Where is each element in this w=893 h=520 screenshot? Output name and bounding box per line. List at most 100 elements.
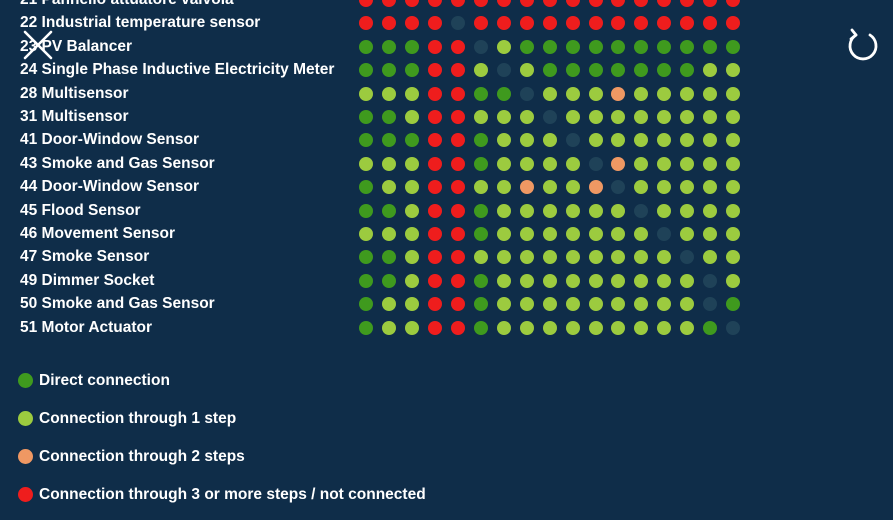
connection-dot [565,156,580,171]
connection-dot [611,39,626,54]
connection-dot [565,0,580,7]
connection-dot [427,133,442,148]
connection-dots [0,317,893,339]
connection-dot [680,297,695,312]
connection-dot [611,16,626,31]
connection-dot [657,133,672,148]
connection-dot [473,250,488,265]
connection-dot [473,39,488,54]
connection-dot [359,273,373,288]
connection-dot [450,273,465,288]
connection-dot [381,250,396,265]
connection-dot [519,227,534,241]
connection-dot [565,86,580,101]
connection-dot [473,110,488,124]
connection-dot [473,203,488,218]
connection-dot [726,110,741,124]
connection-dot [496,39,511,54]
connection-dot [427,320,442,335]
refresh-button[interactable] [844,26,882,64]
connection-dot [726,273,741,288]
sensor-row: 31 Multisensor [0,106,893,128]
legend-dot [18,411,33,426]
connection-dot [657,227,672,241]
connection-dot [542,133,557,148]
sensor-row: 44 Door-Window Sensor [0,176,893,198]
connection-dot [496,227,511,241]
connection-dot [381,0,396,7]
connection-dot [703,86,718,101]
connection-dot [588,39,603,54]
connection-dot [703,133,718,148]
connection-dot [450,180,465,195]
connection-dot [404,250,419,265]
connection-dot [634,110,649,124]
sensor-row: 50 Smoke and Gas Sensor [0,293,893,315]
connection-dot [381,227,396,241]
connection-dot [634,63,649,78]
connection-dot [450,0,465,7]
connection-dot [542,86,557,101]
connection-dot [588,86,603,101]
connection-dot [473,63,488,78]
connection-dot [588,320,603,335]
connection-dot [703,16,718,31]
connection-dot [519,320,534,335]
connection-dot [496,110,511,124]
connection-dot [703,273,718,288]
connection-dot [450,133,465,148]
connection-dots [0,106,893,128]
connection-dot [634,180,649,195]
connection-dot [703,110,718,124]
connection-dot [680,16,695,31]
connection-dot [657,16,672,31]
connection-dot [588,203,603,218]
connection-dot [519,180,534,195]
connection-dot [565,63,580,78]
connection-dot [450,227,465,241]
connection-dot [519,133,534,148]
connection-dot [496,133,511,148]
connection-dot [359,227,373,241]
sensor-row: 51 Motor Actuator [0,317,893,339]
connection-dot [381,180,396,195]
connection-dot [404,297,419,312]
connection-dot [634,297,649,312]
connection-dot [381,39,396,54]
connection-dot [588,297,603,312]
connection-dot [404,156,419,171]
connection-dot [634,39,649,54]
connection-dot [588,273,603,288]
connection-dot [565,250,580,265]
connection-dot [404,63,419,78]
connection-dot [496,0,511,7]
close-button[interactable] [21,28,55,62]
sensor-row: 49 Dimmer Socket [0,270,893,292]
connection-dot [473,16,488,31]
connection-dot [565,16,580,31]
connection-dot [726,86,741,101]
connection-dot [680,0,695,7]
connection-dot [588,156,603,171]
connection-dot [565,227,580,241]
connection-dot [427,273,442,288]
connection-dot [565,39,580,54]
connection-dot [703,180,718,195]
connection-dot [381,320,396,335]
connection-dot [657,320,672,335]
connection-dot [611,203,626,218]
connection-dot [542,156,557,171]
refresh-icon [848,28,878,61]
connection-dots [0,0,893,11]
legend-dot [18,487,33,502]
connection-dot [542,203,557,218]
connection-dot [634,273,649,288]
connection-dot [588,16,603,31]
connection-dot [519,63,534,78]
connection-dot [657,0,672,7]
connection-dot [359,203,373,218]
connection-dot [473,0,488,7]
connection-dot [496,180,511,195]
connection-dots [0,270,893,292]
connection-dots [0,83,893,105]
